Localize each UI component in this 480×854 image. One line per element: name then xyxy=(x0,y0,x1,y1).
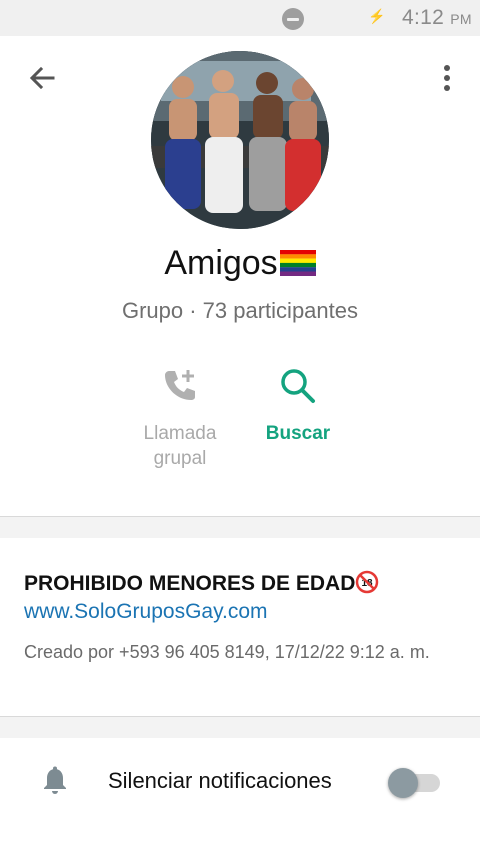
status-bar: ⚡ 4:12 PM xyxy=(0,0,480,36)
search-button[interactable]: Buscar xyxy=(246,366,350,446)
section-divider xyxy=(0,516,480,538)
rainbow-flag-icon xyxy=(279,250,316,276)
mute-toggle[interactable] xyxy=(388,766,444,798)
do-not-disturb-icon xyxy=(282,8,304,30)
group-photo xyxy=(151,51,329,229)
group-description: PROHIBIDO MENORES DE EDAD 18 www.SoloGru… xyxy=(24,570,464,664)
bell-icon xyxy=(44,766,66,794)
mute-label: Silenciar notificaciones xyxy=(108,768,332,793)
description-title: PROHIBIDO MENORES DE EDAD 18 xyxy=(24,570,464,596)
toggle-knob xyxy=(388,768,418,798)
search-icon xyxy=(281,369,315,403)
add-call-icon xyxy=(165,370,195,400)
divider xyxy=(0,516,480,517)
back-button[interactable] xyxy=(26,62,58,94)
charging-icon: ⚡ xyxy=(368,8,386,24)
no-under-18-icon: 18 xyxy=(356,570,379,594)
section-divider xyxy=(0,716,480,738)
divider xyxy=(0,716,480,717)
overflow-menu-button[interactable] xyxy=(436,62,458,94)
clock: 4:12 PM xyxy=(402,6,472,29)
group-subtitle: Grupo · 73 participantes xyxy=(121,298,359,323)
more-vertical-icon xyxy=(444,65,450,91)
group-avatar[interactable] xyxy=(151,51,329,229)
arrow-left-icon xyxy=(29,66,55,90)
mute-notifications-row[interactable]: Silenciar notificaciones xyxy=(0,750,480,814)
created-info: Creado por +593 96 405 8149, 17/12/22 9:… xyxy=(24,642,430,662)
group-name: Amigos xyxy=(0,244,480,283)
description-link[interactable]: www.SoloGruposGay.com xyxy=(24,600,464,624)
group-call-button[interactable]: Llamada grupal xyxy=(120,366,240,471)
